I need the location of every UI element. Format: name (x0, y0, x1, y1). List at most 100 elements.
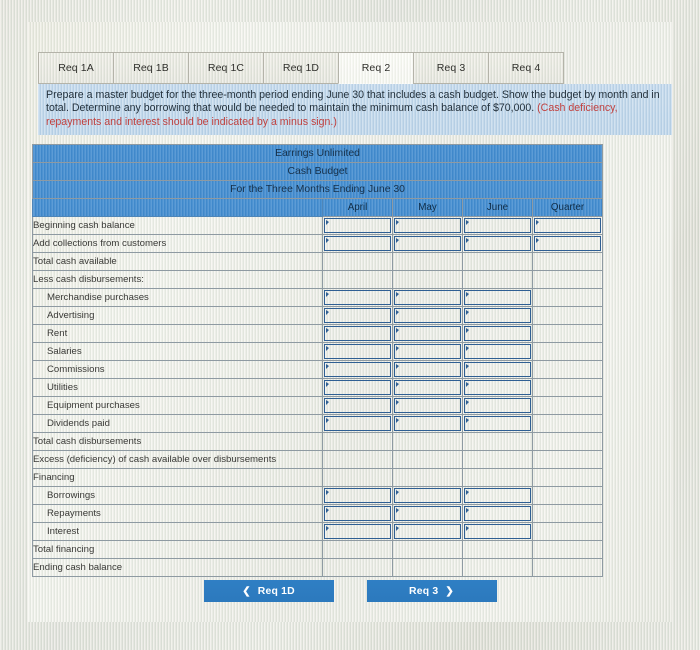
amount-input-cell[interactable] (322, 216, 393, 235)
amount-input-cell[interactable] (392, 360, 463, 379)
amount-input[interactable] (394, 488, 461, 503)
amount-input-cell[interactable] (392, 324, 463, 343)
amount-input-cell[interactable] (322, 324, 393, 343)
tab-req-4[interactable]: Req 4 (488, 52, 564, 84)
amount-input[interactable] (324, 398, 391, 413)
amount-cell (531, 396, 604, 415)
column-header-spacer (32, 198, 323, 217)
amount-input[interactable] (464, 362, 531, 377)
amount-input-cell[interactable] (392, 342, 463, 361)
amount-input[interactable] (324, 326, 391, 341)
amount-input-cell[interactable] (462, 396, 533, 415)
amount-input[interactable] (324, 524, 391, 539)
amount-input[interactable] (394, 506, 461, 521)
amount-input[interactable] (464, 218, 531, 233)
amount-input-cell[interactable] (392, 234, 463, 253)
amount-cell (392, 468, 463, 487)
amount-input-cell[interactable] (462, 306, 533, 325)
amount-input[interactable] (464, 380, 531, 395)
prev-requirement-button[interactable]: ❮ Req 1D (203, 580, 334, 602)
amount-input[interactable] (324, 308, 391, 323)
amount-input-cell[interactable] (462, 504, 533, 523)
amount-input[interactable] (534, 236, 602, 251)
tab-req-1d[interactable]: Req 1D (263, 52, 338, 84)
amount-input[interactable] (394, 398, 461, 413)
amount-input[interactable] (464, 326, 531, 341)
amount-input-cell[interactable] (322, 342, 393, 361)
amount-input-cell[interactable] (392, 522, 463, 541)
amount-input-cell[interactable] (392, 486, 463, 505)
amount-input-cell[interactable] (462, 234, 533, 253)
amount-input-cell[interactable] (462, 360, 533, 379)
amount-input[interactable] (324, 290, 391, 305)
amount-input-cell[interactable] (462, 216, 533, 235)
amount-input-cell[interactable] (392, 306, 463, 325)
amount-cell (462, 558, 533, 577)
tab-req-1a[interactable]: Req 1A (38, 52, 113, 84)
amount-input[interactable] (464, 398, 531, 413)
amount-input-cell[interactable] (322, 504, 393, 523)
amount-input-cell[interactable] (462, 378, 533, 397)
tab-req-1b[interactable]: Req 1B (113, 52, 188, 84)
amount-cell (462, 468, 533, 487)
amount-input-cell[interactable] (392, 378, 463, 397)
amount-input-cell[interactable] (531, 216, 604, 235)
chevron-left-icon: ❮ (242, 585, 251, 597)
amount-input[interactable] (464, 524, 531, 539)
amount-input-cell[interactable] (322, 378, 393, 397)
amount-input-cell[interactable] (392, 288, 463, 307)
amount-input[interactable] (464, 488, 531, 503)
tab-req-1c[interactable]: Req 1C (188, 52, 263, 84)
amount-input-cell[interactable] (462, 486, 533, 505)
amount-input-cell[interactable] (322, 522, 393, 541)
amount-input-cell[interactable] (531, 234, 604, 253)
amount-input[interactable] (394, 416, 461, 431)
amount-input[interactable] (394, 380, 461, 395)
amount-input[interactable] (324, 344, 391, 359)
amount-input-cell[interactable] (322, 414, 393, 433)
amount-input-cell[interactable] (322, 396, 393, 415)
amount-input[interactable] (394, 344, 461, 359)
tab-req-2[interactable]: Req 2 (338, 52, 413, 84)
next-requirement-button[interactable]: Req 3 ❯ (366, 580, 497, 602)
amount-input-cell[interactable] (322, 486, 393, 505)
amount-input[interactable] (324, 362, 391, 377)
amount-input[interactable] (394, 362, 461, 377)
amount-input-cell[interactable] (392, 216, 463, 235)
amount-input[interactable] (464, 506, 531, 521)
amount-input[interactable] (394, 236, 461, 251)
amount-input[interactable] (324, 506, 391, 521)
amount-input-cell[interactable] (392, 504, 463, 523)
amount-input[interactable] (324, 380, 391, 395)
amount-input-cell[interactable] (322, 234, 393, 253)
amount-input[interactable] (464, 290, 531, 305)
amount-input-cell[interactable] (322, 306, 393, 325)
amount-input[interactable] (394, 308, 461, 323)
amount-input[interactable] (394, 326, 461, 341)
amount-input-cell[interactable] (392, 396, 463, 415)
amount-input-cell[interactable] (462, 414, 533, 433)
amount-input[interactable] (464, 236, 531, 251)
amount-input[interactable] (324, 416, 391, 431)
prev-requirement-label: Req 1D (257, 585, 295, 597)
tab-req-3[interactable]: Req 3 (413, 52, 488, 84)
amount-cell (392, 270, 463, 289)
amount-input-cell[interactable] (462, 342, 533, 361)
amount-input[interactable] (394, 218, 461, 233)
amount-input-cell[interactable] (462, 522, 533, 541)
amount-input[interactable] (324, 488, 391, 503)
amount-input[interactable] (324, 218, 391, 233)
amount-input[interactable] (324, 236, 391, 251)
amount-input-cell[interactable] (392, 414, 463, 433)
amount-input-cell[interactable] (462, 324, 533, 343)
amount-input[interactable] (464, 416, 531, 431)
amount-input-cell[interactable] (462, 288, 533, 307)
amount-input-cell[interactable] (322, 288, 393, 307)
amount-input[interactable] (394, 290, 461, 305)
amount-input[interactable] (534, 218, 602, 233)
amount-cell (322, 432, 393, 451)
amount-input[interactable] (464, 308, 531, 323)
amount-input[interactable] (464, 344, 531, 359)
amount-input-cell[interactable] (322, 360, 393, 379)
amount-input[interactable] (394, 524, 461, 539)
